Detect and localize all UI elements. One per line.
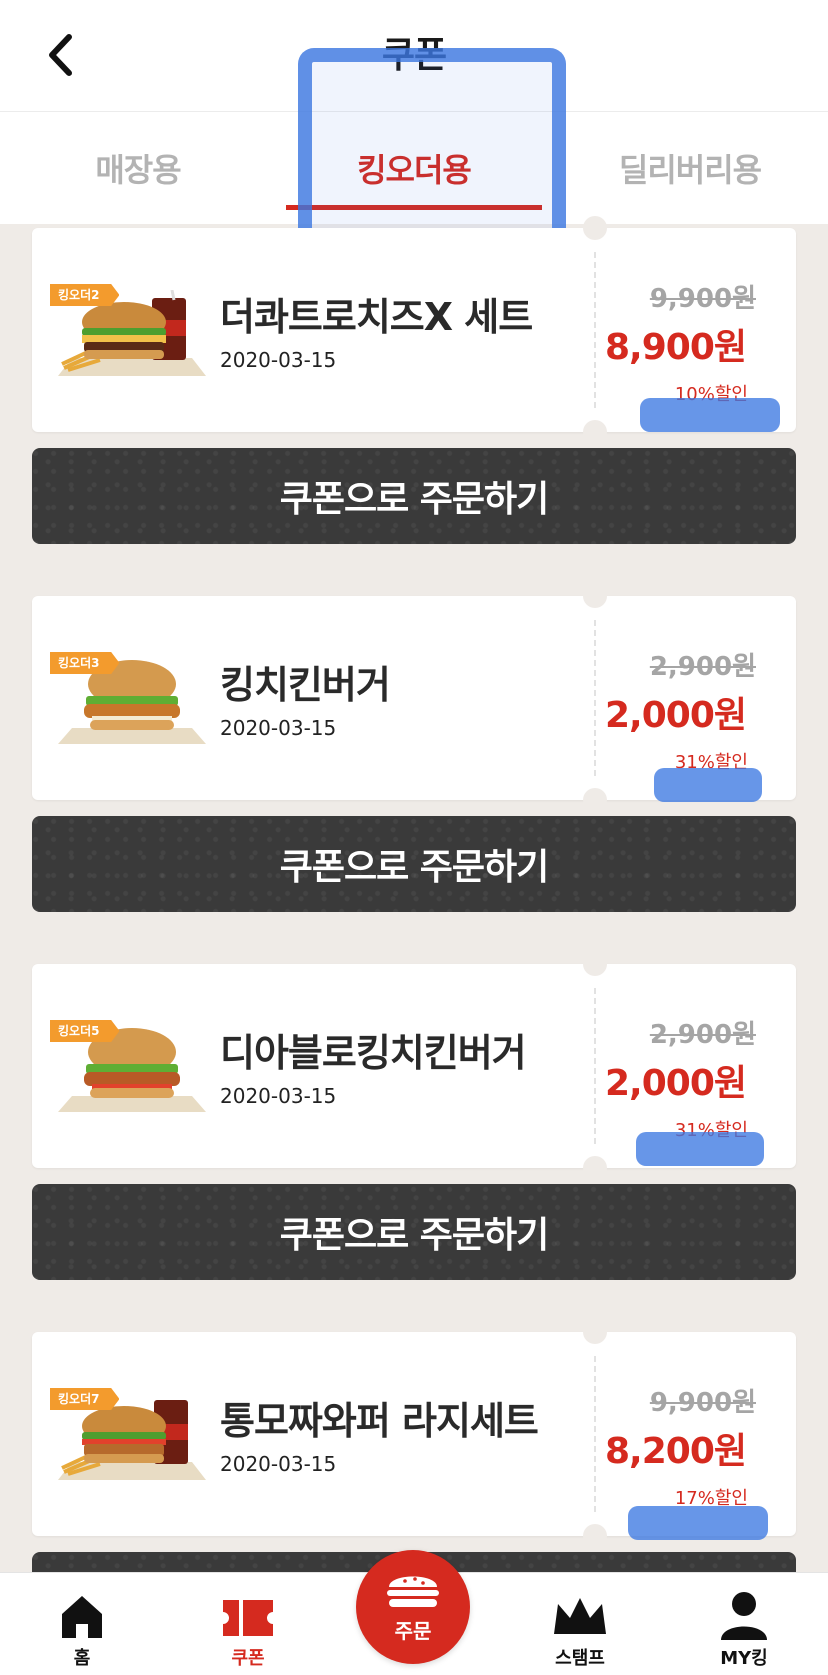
sale-price: 2,000원: [605, 1063, 747, 1104]
discount-rate: 17%할인: [674, 1488, 748, 1509]
coupon-date: 2020-03-15: [220, 716, 337, 740]
nav-order-button[interactable]: 주문: [356, 1550, 470, 1664]
coupon-list: 킹오더2 더콰트로치즈X 세트 2020-03-15 9,900원 8,900원…: [32, 216, 796, 1675]
coupon-icon: [223, 1600, 273, 1636]
coupon-card[interactable]: 킹오더3 킹치킨버거 2020-03-15 2,900원 2,000원 31%할…: [32, 584, 796, 812]
coupon-badge: 킹오더2: [50, 284, 120, 306]
discount-rate: 31%할인: [674, 1120, 748, 1141]
ticket-divider: [594, 1356, 596, 1512]
original-price: 2,900원: [649, 1020, 756, 1050]
coupon-card[interactable]: 킹오더7 통모짜와퍼 라지세트 2020-03-15 9,900원 8,200원…: [32, 1320, 796, 1548]
sale-price: 8,200원: [605, 1431, 747, 1472]
ticket-notch: [583, 1320, 607, 1344]
ticket-notch: [583, 216, 607, 240]
sale-price: 8,900원: [605, 327, 747, 368]
coupon-item: 킹오더3 킹치킨버거 2020-03-15 2,900원 2,000원 31%할…: [32, 584, 796, 964]
nav-label: MY킹: [720, 1648, 768, 1669]
nav-home[interactable]: 홈: [22, 1573, 142, 1675]
coupon-date: 2020-03-15: [220, 1452, 337, 1476]
page-title: 쿠폰: [381, 35, 447, 76]
ticket-divider: [594, 988, 596, 1144]
nav-label: 주문: [394, 1618, 432, 1643]
tab-king-order[interactable]: 킹오더용: [276, 112, 552, 224]
order-with-coupon-button[interactable]: 쿠폰으로 주문하기: [32, 816, 796, 912]
ticket-notch: [583, 1524, 607, 1548]
coupon-name: 더콰트로치즈X 세트: [220, 295, 533, 339]
nav-coupon[interactable]: 쿠폰: [188, 1573, 308, 1675]
ticket-notch: [583, 788, 607, 812]
ticket-notch: [583, 952, 607, 976]
coupon-page: 쿠폰 매장용 킹오더용 딜리버리용 킹오더2 더콰트로치즈X 세트 2020-0…: [0, 0, 828, 1675]
home-icon: [62, 1596, 102, 1638]
ticket-divider: [594, 620, 596, 776]
nav-label: 홈: [73, 1648, 91, 1669]
coupon-item: 킹오더2 더콰트로치즈X 세트 2020-03-15 9,900원 8,900원…: [32, 216, 796, 596]
ticket-notch: [583, 420, 607, 444]
person-icon: [721, 1592, 767, 1640]
coupon-badge: 킹오더5: [50, 1020, 120, 1042]
burger-icon: [387, 1576, 439, 1607]
sale-price: 2,000원: [605, 695, 747, 736]
coupon-card[interactable]: 킹오더2 더콰트로치즈X 세트 2020-03-15 9,900원 8,900원…: [32, 216, 796, 444]
ticket-notch: [583, 584, 607, 608]
nav-label: 쿠폰: [231, 1648, 265, 1669]
ticket-divider: [594, 252, 596, 408]
coupon-badge: 킹오더7: [50, 1388, 120, 1410]
tab-store[interactable]: 매장용: [0, 112, 276, 224]
coupon-item: 킹오더5 디아블로킹치킨버거 2020-03-15 2,900원 2,000원 …: [32, 952, 796, 1332]
coupon-name: 킹치킨버거: [220, 663, 391, 707]
tab-delivery[interactable]: 딜리버리용: [552, 112, 828, 224]
coupon-date: 2020-03-15: [220, 1084, 337, 1108]
discount-rate: 10%할인: [674, 384, 748, 405]
coupon-name: 통모짜와퍼 라지세트: [220, 1399, 539, 1443]
coupon-name: 디아블로킹치킨버거: [220, 1031, 527, 1075]
original-price: 2,900원: [649, 652, 756, 682]
coupon-tabs: 매장용 킹오더용 딜리버리용: [0, 112, 828, 224]
nav-my-king[interactable]: MY킹: [684, 1573, 804, 1675]
order-with-coupon-button[interactable]: 쿠폰으로 주문하기: [32, 1184, 796, 1280]
crown-icon: [554, 1598, 606, 1634]
header: 쿠폰: [0, 0, 828, 112]
highlight-annotation: [628, 1506, 768, 1540]
ticket-notch: [583, 1156, 607, 1180]
original-price: 9,900원: [649, 284, 756, 314]
original-price: 9,900원: [649, 1388, 756, 1418]
nav-stamp[interactable]: 스탬프: [520, 1573, 640, 1675]
order-with-coupon-button[interactable]: 쿠폰으로 주문하기: [32, 448, 796, 544]
coupon-badge: 킹오더3: [50, 652, 120, 674]
coupon-card[interactable]: 킹오더5 디아블로킹치킨버거 2020-03-15 2,900원 2,000원 …: [32, 952, 796, 1180]
coupon-date: 2020-03-15: [220, 348, 337, 372]
discount-rate: 31%할인: [674, 752, 748, 773]
nav-label: 스탬프: [555, 1648, 605, 1669]
